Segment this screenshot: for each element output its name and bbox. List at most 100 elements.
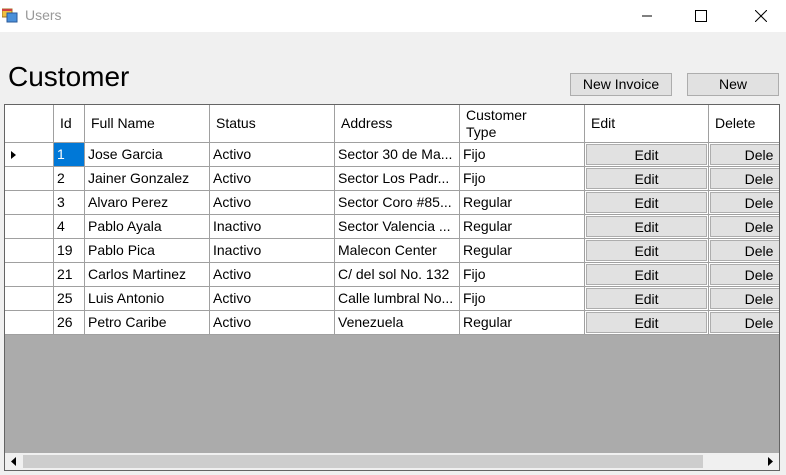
cell-address[interactable]: Sector Coro #85... bbox=[335, 191, 460, 215]
cell-full-name[interactable]: Carlos Martinez bbox=[85, 263, 210, 287]
scroll-left-button[interactable] bbox=[5, 453, 22, 470]
cell-id[interactable]: 3 bbox=[54, 191, 85, 215]
edit-button[interactable]: Edit bbox=[586, 312, 707, 333]
horizontal-scrollbar[interactable] bbox=[5, 453, 779, 470]
cell-customer-type[interactable]: Fijo bbox=[460, 287, 585, 311]
close-button[interactable] bbox=[738, 0, 784, 32]
edit-button[interactable]: Edit bbox=[586, 264, 707, 285]
delete-button[interactable]: Dele bbox=[710, 312, 779, 333]
table-row[interactable]: 4 Pablo Ayala Inactivo Sector Valencia ... R… bbox=[5, 215, 779, 239]
delete-cell[interactable]: Dele bbox=[709, 239, 779, 263]
delete-cell[interactable]: Dele bbox=[709, 143, 779, 167]
edit-button[interactable]: Edit bbox=[586, 144, 707, 165]
cell-status[interactable]: Activo bbox=[210, 143, 335, 167]
edit-button[interactable]: Edit bbox=[586, 192, 707, 213]
table-row[interactable]: 19 Pablo Pica Inactivo Malecon Center Regula… bbox=[5, 239, 779, 263]
cell-address[interactable]: Malecon Center bbox=[335, 239, 460, 263]
row-header[interactable] bbox=[5, 191, 54, 215]
delete-cell[interactable]: Dele bbox=[709, 191, 779, 215]
edit-cell[interactable]: Edit bbox=[585, 239, 709, 263]
cell-full-name[interactable]: Pablo Pica bbox=[85, 239, 210, 263]
delete-button[interactable]: Dele bbox=[710, 168, 779, 189]
cell-address[interactable]: Sector Valencia ... bbox=[335, 215, 460, 239]
cell-address[interactable]: Calle lumbral No... bbox=[335, 287, 460, 311]
cell-full-name[interactable]: Alvaro Perez bbox=[85, 191, 210, 215]
cell-id[interactable]: 19 bbox=[54, 239, 85, 263]
cell-id[interactable]: 26 bbox=[54, 311, 85, 335]
new-invoice-button[interactable]: New Invoice bbox=[570, 73, 672, 96]
cell-status[interactable]: Activo bbox=[210, 167, 335, 191]
row-header[interactable] bbox=[5, 143, 54, 167]
edit-cell[interactable]: Edit bbox=[585, 167, 709, 191]
scroll-right-button[interactable] bbox=[762, 453, 779, 470]
cell-id[interactable]: 4 bbox=[54, 215, 85, 239]
delete-cell[interactable]: Dele bbox=[709, 311, 779, 335]
delete-button[interactable]: Dele bbox=[710, 144, 779, 165]
table-row[interactable]: 3 Alvaro Perez Activo Sector Coro #85... Reg… bbox=[5, 191, 779, 215]
cell-id[interactable]: 21 bbox=[54, 263, 85, 287]
edit-cell[interactable]: Edit bbox=[585, 191, 709, 215]
table-row[interactable]: 26 Petro Caribe Activo Venezuela Regular Edit… bbox=[5, 311, 779, 335]
cell-full-name[interactable]: Jose Garcia bbox=[85, 143, 210, 167]
row-header[interactable] bbox=[5, 167, 54, 191]
cell-status[interactable]: Activo bbox=[210, 191, 335, 215]
minimize-button[interactable] bbox=[624, 0, 670, 32]
delete-cell[interactable]: Dele bbox=[709, 215, 779, 239]
row-header[interactable] bbox=[5, 215, 54, 239]
edit-cell[interactable]: Edit bbox=[585, 215, 709, 239]
delete-button[interactable]: Dele bbox=[710, 264, 779, 285]
cell-customer-type[interactable]: Fijo bbox=[460, 263, 585, 287]
cell-id[interactable]: 25 bbox=[54, 287, 85, 311]
cell-status[interactable]: Activo bbox=[210, 287, 335, 311]
edit-cell[interactable]: Edit bbox=[585, 263, 709, 287]
delete-cell[interactable]: Dele bbox=[709, 167, 779, 191]
delete-button[interactable]: Dele bbox=[710, 240, 779, 261]
cell-address[interactable]: Sector Los Padr... bbox=[335, 167, 460, 191]
delete-button[interactable]: Dele bbox=[710, 216, 779, 237]
cell-customer-type[interactable]: Regular bbox=[460, 215, 585, 239]
table-row[interactable]: 1 Jose Garcia Activo Sector 30 de Ma... Fijo… bbox=[5, 143, 779, 167]
column-header-id[interactable]: Id bbox=[54, 105, 85, 143]
delete-button[interactable]: Dele bbox=[710, 288, 779, 309]
edit-cell[interactable]: Edit bbox=[585, 311, 709, 335]
row-header[interactable] bbox=[5, 239, 54, 263]
cell-full-name[interactable]: Petro Caribe bbox=[85, 311, 210, 335]
column-header-customer-type[interactable]: Customer Type bbox=[460, 105, 585, 143]
edit-button[interactable]: Edit bbox=[586, 168, 707, 189]
cell-id[interactable]: 2 bbox=[54, 167, 85, 191]
cell-status[interactable]: Activo bbox=[210, 263, 335, 287]
delete-cell[interactable]: Dele bbox=[709, 287, 779, 311]
column-header-address[interactable]: Address bbox=[335, 105, 460, 143]
edit-button[interactable]: Edit bbox=[586, 240, 707, 261]
edit-button[interactable]: Edit bbox=[586, 216, 707, 237]
customers-grid[interactable]: Id Full Name Status Address Customer Type Edi… bbox=[4, 104, 780, 471]
cell-address[interactable]: Venezuela bbox=[335, 311, 460, 335]
cell-status[interactable]: Inactivo bbox=[210, 239, 335, 263]
delete-cell[interactable]: Dele bbox=[709, 263, 779, 287]
cell-status[interactable]: Inactivo bbox=[210, 215, 335, 239]
delete-button[interactable]: Dele bbox=[710, 192, 779, 213]
column-header-status[interactable]: Status bbox=[210, 105, 335, 143]
cell-customer-type[interactable]: Regular bbox=[460, 311, 585, 335]
cell-id[interactable]: 1 bbox=[54, 143, 85, 167]
table-row[interactable]: 2 Jainer Gonzalez Activo Sector Los Padr...… bbox=[5, 167, 779, 191]
scrollbar-thumb[interactable] bbox=[23, 455, 703, 468]
cell-customer-type[interactable]: Regular bbox=[460, 191, 585, 215]
cell-status[interactable]: Activo bbox=[210, 311, 335, 335]
cell-full-name[interactable]: Jainer Gonzalez bbox=[85, 167, 210, 191]
column-header-delete[interactable]: Delete bbox=[709, 105, 779, 143]
cell-customer-type[interactable]: Regular bbox=[460, 239, 585, 263]
maximize-button[interactable] bbox=[678, 0, 724, 32]
table-row[interactable]: 25 Luis Antonio Activo Calle lumbral No... F… bbox=[5, 287, 779, 311]
table-row[interactable]: 21 Carlos Martinez Activo C/ del sol No. 13… bbox=[5, 263, 779, 287]
row-header[interactable] bbox=[5, 263, 54, 287]
cell-address[interactable]: Sector 30 de Ma... bbox=[335, 143, 460, 167]
cell-full-name[interactable]: Pablo Ayala bbox=[85, 215, 210, 239]
edit-cell[interactable]: Edit bbox=[585, 143, 709, 167]
new-button[interactable]: New bbox=[687, 73, 779, 96]
cell-customer-type[interactable]: Fijo bbox=[460, 167, 585, 191]
column-header-edit[interactable]: Edit bbox=[585, 105, 709, 143]
edit-button[interactable]: Edit bbox=[586, 288, 707, 309]
cell-customer-type[interactable]: Fijo bbox=[460, 143, 585, 167]
cell-address[interactable]: C/ del sol No. 132 bbox=[335, 263, 460, 287]
